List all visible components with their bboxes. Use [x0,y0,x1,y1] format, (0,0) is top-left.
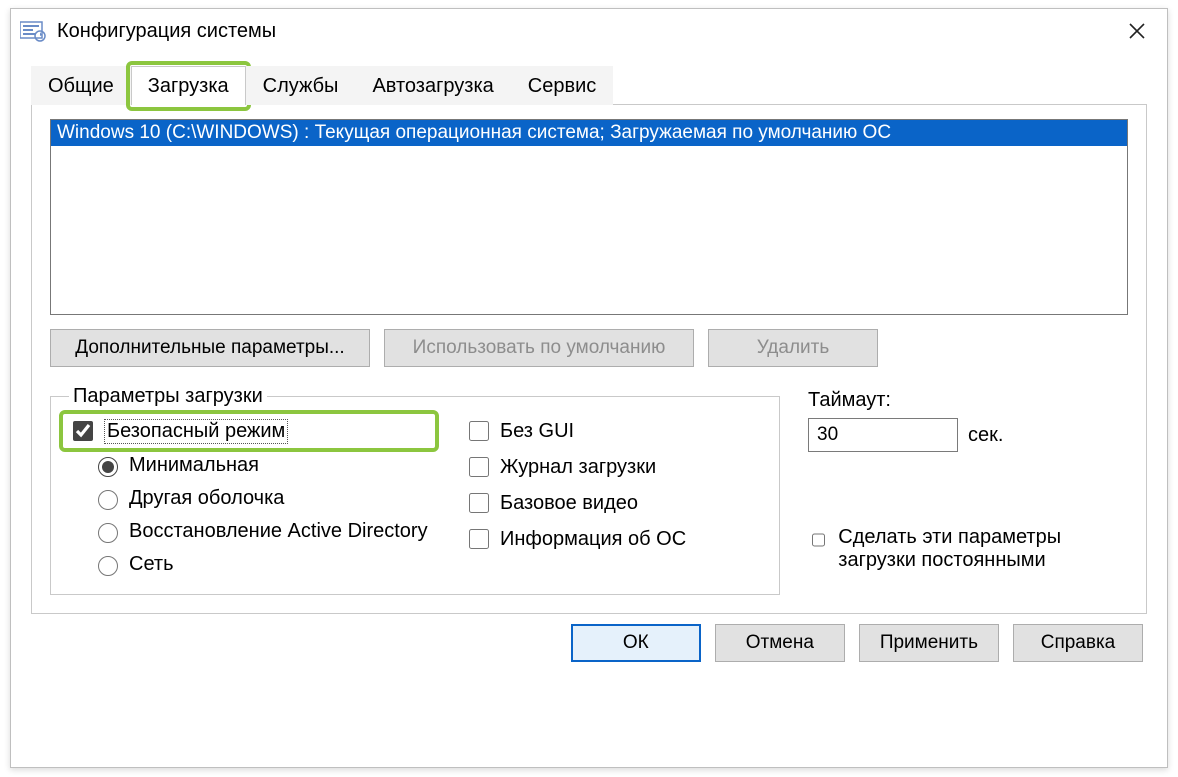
radio-ad-repair-input[interactable] [98,523,118,543]
msconfig-window: Конфигурация системы Общие Загрузка Служ… [10,8,1168,768]
boot-entries-list[interactable]: Windows 10 (C:\WINDOWS) : Текущая операц… [50,119,1128,315]
no-gui-input[interactable] [469,421,489,441]
radio-ad-repair-label: Восстановление Active Directory [129,520,428,543]
tab-services[interactable]: Службы [246,66,356,105]
window-title: Конфигурация системы [57,20,276,43]
persist-input[interactable] [812,530,825,550]
radio-minimal-input[interactable] [98,457,118,477]
os-info-checkbox[interactable]: Информация об ОС [465,526,686,552]
apply-button[interactable]: Применить [859,624,999,662]
base-video-checkbox[interactable]: Базовое видео [465,490,686,516]
timeout-input[interactable] [808,418,958,452]
client-area: Общие Загрузка Службы Автозагрузка Серви… [11,65,1167,676]
safe-mode-input[interactable] [73,421,93,441]
no-gui-checkbox[interactable]: Без GUI [465,418,686,444]
ok-button[interactable]: ОК [571,624,701,662]
radio-minimal-label: Минимальная [129,454,259,477]
help-button[interactable]: Справка [1013,624,1143,662]
timeout-label: Таймаут: [808,389,1128,412]
safe-mode-checkbox[interactable]: Безопасный режим [69,418,288,444]
radio-network[interactable]: Сеть [93,553,429,576]
radio-alt-shell[interactable]: Другая оболочка [93,487,429,510]
base-video-label: Базовое видео [500,492,638,515]
tab-strip: Общие Загрузка Службы Автозагрузка Серви… [31,65,1147,105]
os-info-input[interactable] [469,529,489,549]
persist-label: Сделать эти параметры загрузки постоянны… [838,526,1128,572]
radio-alt-shell-label: Другая оболочка [129,487,284,510]
radio-ad-repair[interactable]: Восстановление Active Directory [93,520,429,543]
app-icon [19,19,47,43]
boot-log-input[interactable] [469,457,489,477]
tab-general[interactable]: Общие [31,66,131,105]
persist-checkbox[interactable]: Сделать эти параметры загрузки постоянны… [808,526,1128,572]
tab-startup[interactable]: Автозагрузка [355,66,510,105]
tab-tools[interactable]: Сервис [511,66,614,105]
timeout-unit: сек. [968,424,1003,447]
boot-log-label: Журнал загрузки [500,456,656,479]
titlebar: Конфигурация системы [11,9,1167,53]
radio-network-input[interactable] [98,556,118,576]
tab-boot[interactable]: Загрузка [131,66,246,105]
radio-alt-shell-input[interactable] [98,490,118,510]
timeout-column: Таймаут: сек. Сделать эти параметры загр… [808,385,1128,595]
radio-minimal[interactable]: Минимальная [93,454,429,477]
set-default-button: Использовать по умолчанию [384,329,694,367]
safe-mode-label: Безопасный режим [104,419,288,444]
boot-buttons-row: Дополнительные параметры... Использовать… [50,329,1128,367]
cancel-button[interactable]: Отмена [715,624,845,662]
boot-entry-row[interactable]: Windows 10 (C:\WINDOWS) : Текущая операц… [51,120,1127,146]
dialog-footer: ОК Отмена Применить Справка [31,624,1147,662]
boot-options-legend: Параметры загрузки [69,385,267,408]
close-button[interactable] [1115,11,1159,51]
boot-options-group: Параметры загрузки Безопасный режим [50,385,780,595]
boot-log-checkbox[interactable]: Журнал загрузки [465,454,686,480]
advanced-options-button[interactable]: Дополнительные параметры... [50,329,370,367]
tab-panel-boot: Windows 10 (C:\WINDOWS) : Текущая операц… [31,105,1147,614]
os-info-label: Информация об ОС [500,528,686,551]
base-video-input[interactable] [469,493,489,513]
radio-network-label: Сеть [129,553,173,576]
delete-button: Удалить [708,329,878,367]
no-gui-label: Без GUI [500,420,574,443]
